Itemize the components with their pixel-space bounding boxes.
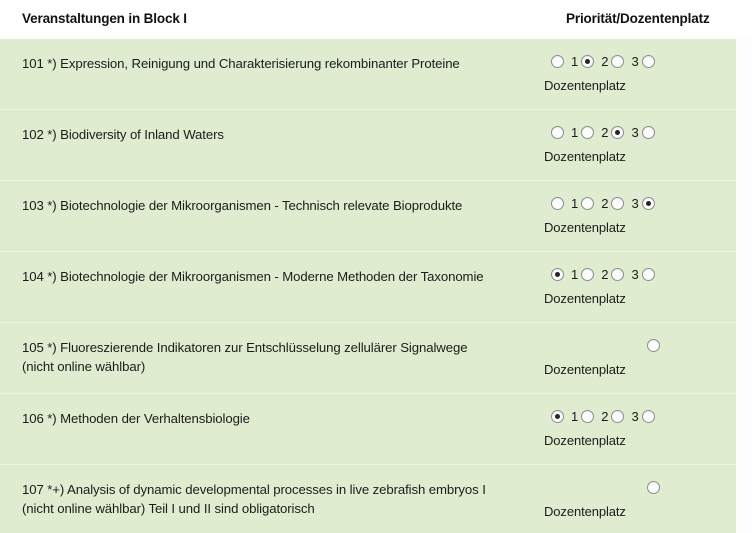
priority-number-label: 3 <box>631 54 639 70</box>
priority-number-label: 3 <box>631 196 639 212</box>
radio-dozentenplatz[interactable] <box>641 126 655 140</box>
priority-number-label: 3 <box>631 125 639 141</box>
table-row: 102 *) Biodiversity of Inland Waters 1 2 3 D… <box>0 110 736 181</box>
dozentenplatz-label: Dozentenplatz <box>544 362 626 377</box>
priority-radio-group <box>544 337 736 357</box>
radio-priority-1[interactable] <box>551 55 564 69</box>
priority-cell: 1 2 3 Dozentenplatz <box>536 39 736 109</box>
dozentenplatz-label: Dozentenplatz <box>544 433 626 448</box>
radio-dozentenplatz[interactable] <box>647 481 660 495</box>
priority-cell: 1 2 3 Dozentenplatz <box>536 110 736 180</box>
radio-priority-3[interactable] <box>611 268 625 282</box>
priority-radio-group: 1 2 3 <box>544 124 736 144</box>
radio-leading-space <box>544 345 647 346</box>
column-header-priority: Priorität/Dozentenplatz <box>566 11 710 26</box>
priority-radio-group <box>544 479 736 499</box>
priority-cell: 1 2 3 Dozentenplatz <box>536 394 736 464</box>
course-title-cell: 102 *) Biodiversity of Inland Waters <box>0 110 536 158</box>
dozentenplatz-label: Dozentenplatz <box>544 504 626 519</box>
priority-number-label: 1 <box>571 54 579 70</box>
course-title: 107 *+) Analysis of dynamic developmenta… <box>22 482 486 497</box>
priority-number-label: 2 <box>601 267 609 283</box>
column-header-events: Veranstaltungen in Block I <box>22 11 187 26</box>
priority-radio-group: 1 2 3 <box>544 408 736 428</box>
course-title: 103 *) Biotechnologie der Mikroorganisme… <box>22 198 463 213</box>
table-row: 105 *) Fluoreszierende Indikatoren zur E… <box>0 323 736 394</box>
priority-number-label: 2 <box>601 54 609 70</box>
radio-priority-3[interactable] <box>611 410 625 424</box>
radio-dozentenplatz[interactable] <box>647 339 660 353</box>
course-selection-page: Veranstaltungen in Block I Priorität/Doz… <box>0 0 752 533</box>
table-row: 107 *+) Analysis of dynamic developmenta… <box>0 465 736 533</box>
radio-leading-space <box>544 487 647 488</box>
priority-number-label: 2 <box>601 409 609 425</box>
course-title: 101 *) Expression, Reinigung und Charakt… <box>22 56 460 71</box>
radio-priority-1[interactable] <box>551 268 564 282</box>
radio-priority-2[interactable] <box>581 126 595 140</box>
radio-dozentenplatz[interactable] <box>641 197 655 211</box>
priority-radio-group: 1 2 3 <box>544 266 736 286</box>
table-row: 104 *) Biotechnologie der Mikroorganisme… <box>0 252 736 323</box>
radio-priority-3[interactable] <box>611 197 625 211</box>
priority-number-label: 3 <box>631 267 639 283</box>
radio-priority-1[interactable] <box>551 410 564 424</box>
course-title-cell: 103 *) Biotechnologie der Mikroorganisme… <box>0 181 536 229</box>
course-title: 105 *) Fluoreszierende Indikatoren zur E… <box>22 340 468 355</box>
course-title-cell: 106 *) Methoden der Verhaltensbiologie <box>0 394 536 442</box>
course-title-cell: 104 *) Biotechnologie der Mikroorganisme… <box>0 252 536 300</box>
priority-cell: 1 2 3 Dozentenplatz <box>536 252 736 322</box>
course-title-cell: 107 *+) Analysis of dynamic developmenta… <box>0 465 536 532</box>
radio-priority-2[interactable] <box>581 197 595 211</box>
table-row: 101 *) Expression, Reinigung und Charakt… <box>0 39 736 110</box>
priority-number-label: 2 <box>601 125 609 141</box>
radio-priority-1[interactable] <box>551 126 564 140</box>
table-header: Veranstaltungen in Block I Priorität/Doz… <box>0 0 752 38</box>
table-row: 103 *) Biotechnologie der Mikroorganisme… <box>0 181 736 252</box>
dozentenplatz-label: Dozentenplatz <box>544 149 626 164</box>
dozentenplatz-label: Dozentenplatz <box>544 291 626 306</box>
priority-radio-group: 1 2 3 <box>544 195 736 215</box>
radio-priority-3[interactable] <box>611 126 625 140</box>
priority-number-label: 2 <box>601 196 609 212</box>
radio-priority-2[interactable] <box>581 55 595 69</box>
course-title: 106 *) Methoden der Verhaltensbiologie <box>22 411 250 426</box>
course-title-cell: 105 *) Fluoreszierende Indikatoren zur E… <box>0 323 536 390</box>
radio-dozentenplatz[interactable] <box>641 410 655 424</box>
radio-priority-2[interactable] <box>581 268 595 282</box>
course-table-body: 101 *) Expression, Reinigung und Charakt… <box>0 38 736 533</box>
priority-number-label: 1 <box>571 196 579 212</box>
priority-radio-group: 1 2 3 <box>544 53 736 73</box>
radio-priority-3[interactable] <box>611 55 625 69</box>
dozentenplatz-label: Dozentenplatz <box>544 78 626 93</box>
course-subtitle: (nicht online wählbar) <box>22 359 146 374</box>
priority-cell: Dozentenplatz <box>536 323 736 393</box>
priority-number-label: 1 <box>571 267 579 283</box>
priority-number-label: 3 <box>631 409 639 425</box>
radio-dozentenplatz[interactable] <box>641 55 655 69</box>
priority-number-label: 1 <box>571 125 579 141</box>
radio-dozentenplatz[interactable] <box>641 268 655 282</box>
priority-cell: Dozentenplatz <box>536 465 736 533</box>
radio-priority-1[interactable] <box>551 197 564 211</box>
course-title-cell: 101 *) Expression, Reinigung und Charakt… <box>0 39 536 87</box>
course-subtitle: (nicht online wählbar) Teil I und II sin… <box>22 501 315 516</box>
table-row: 106 *) Methoden der Verhaltensbiologie 1 2… <box>0 394 736 465</box>
dozentenplatz-label: Dozentenplatz <box>544 220 626 235</box>
radio-priority-2[interactable] <box>581 410 595 424</box>
priority-cell: 1 2 3 Dozentenplatz <box>536 181 736 251</box>
priority-number-label: 1 <box>571 409 579 425</box>
course-title: 104 *) Biotechnologie der Mikroorganisme… <box>22 269 484 284</box>
course-title: 102 *) Biodiversity of Inland Waters <box>22 127 224 142</box>
